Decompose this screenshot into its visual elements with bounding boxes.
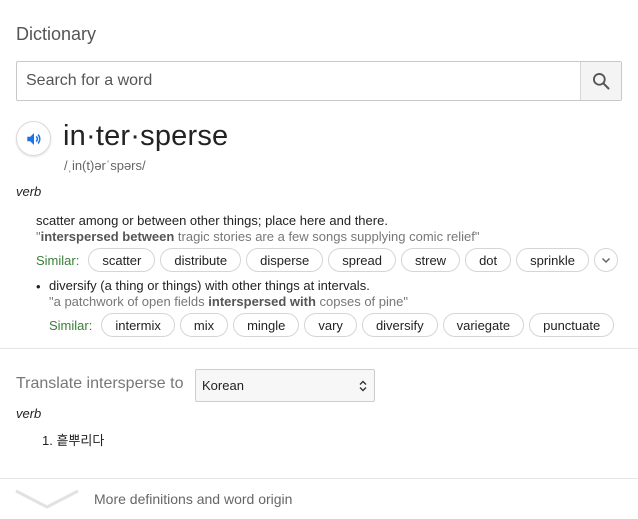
search-icon	[593, 73, 610, 90]
similar-chip[interactable]: strew	[401, 248, 461, 272]
expand-similar-button[interactable]	[593, 248, 618, 272]
similar-row-1: Similar: scatter distribute disperse spr…	[36, 248, 618, 272]
definition-1: scatter among or between other things; p…	[36, 213, 388, 228]
divider	[0, 478, 638, 479]
similar-label: Similar:	[49, 317, 93, 333]
similar-chip[interactable]: dot	[465, 248, 512, 272]
similar-chip[interactable]: spread	[328, 248, 396, 272]
card-title: Dictionary	[16, 24, 97, 44]
pronounce-button[interactable]	[16, 121, 51, 156]
selected-language: Korean	[202, 378, 244, 393]
translate-label: Translate intersperse to	[16, 375, 184, 392]
divider	[0, 348, 638, 349]
definition-2: diversify (a thing or things) with other…	[49, 278, 370, 293]
search-input[interactable]	[17, 62, 581, 100]
similar-chip[interactable]: distribute	[160, 248, 242, 272]
chevron-down-icon[interactable]	[14, 487, 80, 511]
similar-chip[interactable]: variegate	[442, 313, 525, 337]
select-arrows-icon	[359, 380, 367, 392]
similar-chip[interactable]: sprinkle	[516, 248, 589, 272]
bullet: •	[36, 279, 41, 294]
translation-item: 1. 흩뿌리다	[42, 433, 105, 448]
headword: in·ter·sperse	[63, 120, 229, 152]
speaker-icon	[26, 132, 41, 145]
similar-chip[interactable]: mix	[179, 313, 229, 337]
similar-row-2: Similar: intermix mix mingle vary divers…	[49, 313, 619, 337]
similar-chip[interactable]: intermix	[101, 313, 175, 337]
part-of-speech: verb	[16, 184, 42, 199]
translation-part-of-speech: verb	[16, 406, 42, 421]
example-1: "interspersed between tragic stories are…	[36, 229, 480, 244]
similar-chip[interactable]: mingle	[233, 313, 300, 337]
similar-label: Similar:	[36, 252, 80, 268]
more-definitions-link[interactable]: More definitions and word origin	[94, 491, 292, 507]
similar-chip[interactable]: vary	[304, 313, 357, 337]
similar-chip[interactable]: scatter	[88, 248, 156, 272]
search-box	[16, 61, 622, 101]
pronunciation: /ˌin(t)ərˈspərs/	[64, 158, 146, 173]
similar-chip[interactable]: punctuate	[529, 313, 615, 337]
similar-chip[interactable]: disperse	[246, 248, 324, 272]
chevron-down-icon	[601, 257, 610, 264]
search-button[interactable]	[580, 62, 621, 100]
similar-chip[interactable]: diversify	[361, 313, 438, 337]
example-2: "a patchwork of open fields interspersed…	[49, 294, 408, 309]
language-select[interactable]: Korean	[195, 369, 375, 402]
